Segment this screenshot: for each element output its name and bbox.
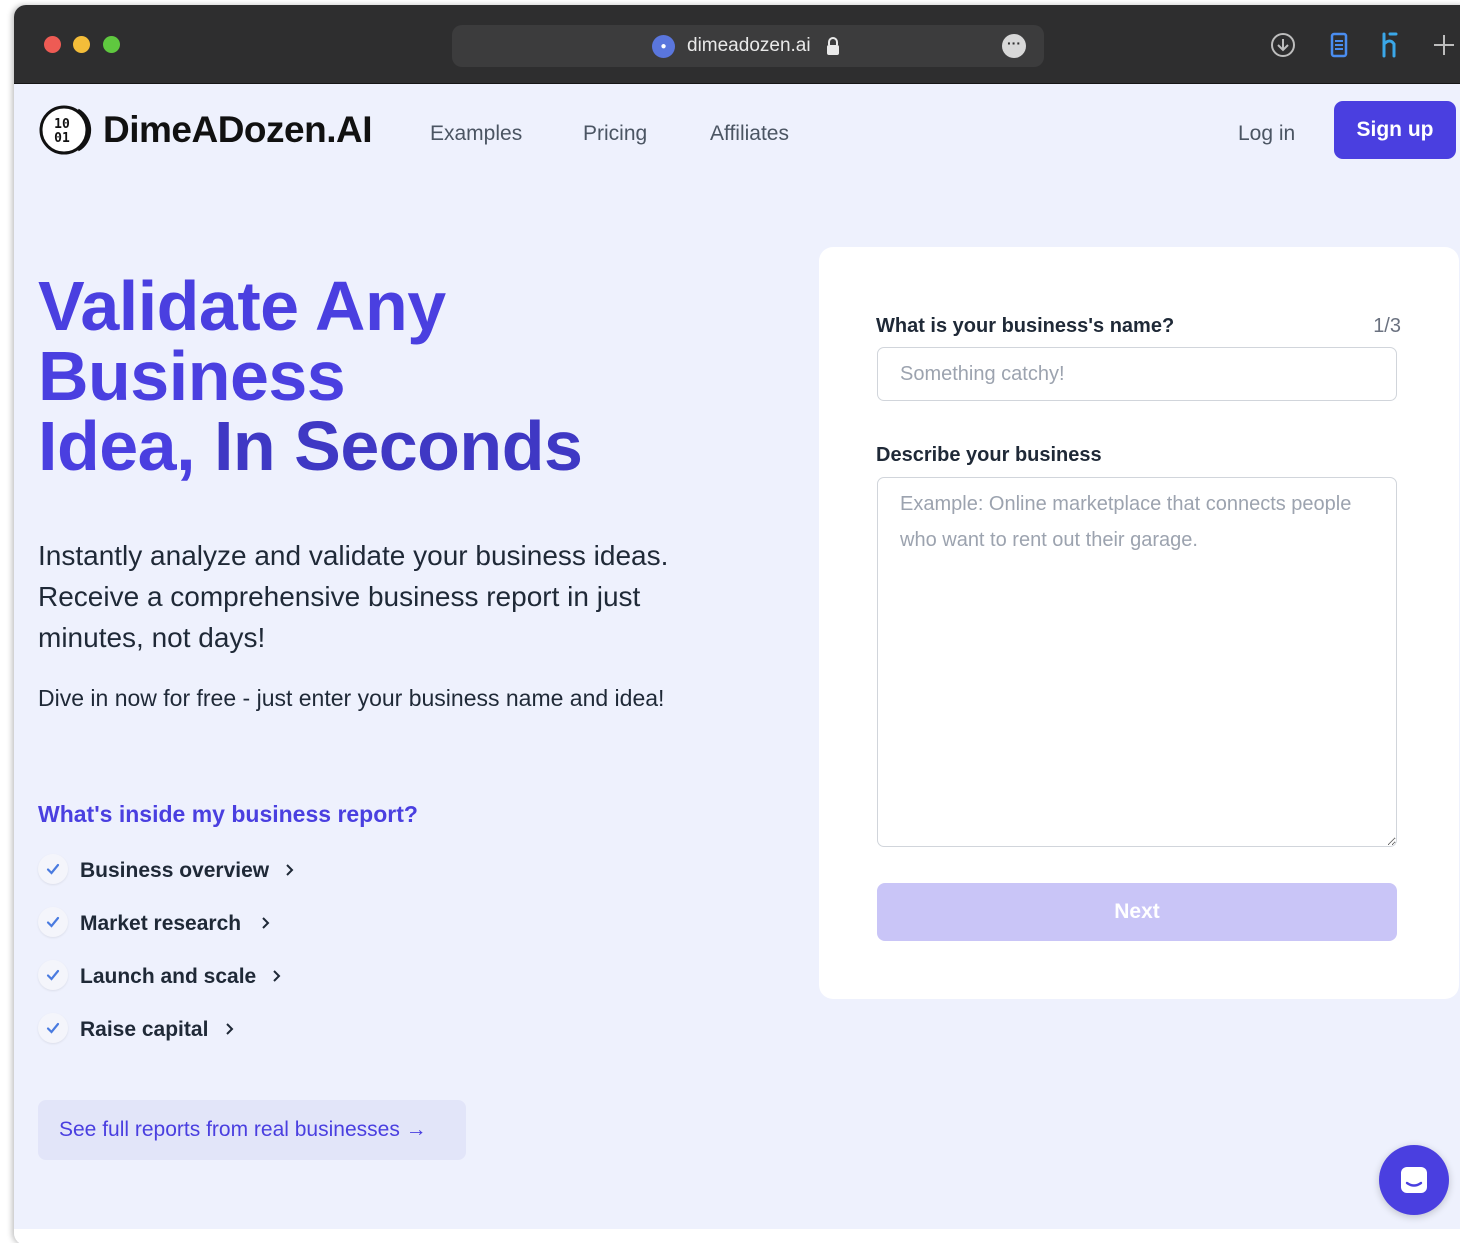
minimize-window-button[interactable] (73, 36, 90, 53)
chevron-right-icon (286, 864, 294, 876)
business-description-input[interactable] (877, 477, 1397, 847)
page-bottom-edge (14, 1229, 1460, 1243)
feature-label: Business overview (80, 859, 270, 882)
hero-title: Validate Any Business Idea, In Seconds (38, 271, 738, 481)
download-icon[interactable] (1268, 30, 1298, 60)
reader-icon[interactable] (1324, 30, 1354, 60)
logo-glyph-bottom: 01 (54, 131, 70, 146)
logo-glyph-top: 10 (54, 117, 70, 132)
hero-title-accent: In Seconds (213, 407, 583, 485)
check-icon (38, 907, 68, 937)
chat-icon (1401, 1167, 1427, 1193)
nav-link-pricing[interactable]: Pricing (583, 122, 647, 146)
business-form-card: What is your business's name? 1/3 Descri… (819, 247, 1459, 999)
nav-link-examples[interactable]: Examples (430, 122, 522, 146)
chat-launcher-button[interactable] (1379, 1145, 1449, 1215)
feature-label: Market research (80, 912, 242, 935)
extension-icon[interactable] (1376, 30, 1406, 60)
hero-cta-text: Dive in now for free - just enter your b… (38, 685, 665, 711)
lock-icon (827, 37, 839, 55)
chevron-right-icon (273, 970, 281, 982)
site-navbar: 10 01 DimeADozen.AI Examples Pricing Aff… (14, 84, 1460, 184)
signup-button[interactable]: Sign up (1334, 101, 1456, 159)
report-contents-heading: What's inside my business report? (38, 801, 418, 827)
business-name-label: What is your business's name? (876, 315, 1175, 337)
hero-title-line-3: Idea, In Seconds (38, 411, 738, 481)
check-icon (38, 854, 68, 884)
url-text: dimeadozen.ai (687, 35, 811, 56)
browser-window: ● dimeadozen.ai ··· 10 01 DimeADozen.AI … (14, 5, 1460, 1243)
check-icon (38, 1013, 68, 1043)
business-name-input[interactable] (877, 347, 1397, 401)
hero-title-line-1: Validate Any (38, 267, 446, 345)
hero-subtitle: Instantly analyze and validate your busi… (38, 540, 669, 653)
new-tab-icon[interactable] (1429, 30, 1459, 60)
close-window-button[interactable] (44, 36, 61, 53)
hero-title-idea: Idea, (38, 407, 214, 485)
maximize-window-button[interactable] (103, 36, 120, 53)
site-favicon-icon: ● (652, 35, 675, 58)
chevron-right-icon (262, 917, 270, 929)
login-link[interactable]: Log in (1238, 122, 1295, 146)
business-description-label: Describe your business (876, 444, 1102, 466)
feature-label: Raise capital (80, 1018, 209, 1041)
brand-name[interactable]: DimeADozen.AI (103, 109, 372, 151)
address-bar[interactable]: ● dimeadozen.ai ··· (452, 25, 1044, 67)
nav-link-affiliates[interactable]: Affiliates (710, 122, 789, 146)
chevron-right-icon (226, 1023, 234, 1035)
more-options-icon[interactable]: ··· (1002, 34, 1026, 58)
coin-logo-icon[interactable]: 10 01 (38, 104, 92, 156)
hero-title-line-2: Business (38, 337, 346, 415)
check-icon (38, 960, 68, 990)
next-button[interactable]: Next (877, 883, 1397, 941)
browser-toolbar: ● dimeadozen.ai ··· (14, 5, 1460, 84)
see-full-reports-button[interactable]: See full reports from real businesses → (38, 1100, 466, 1160)
step-indicator: 1/3 (1373, 315, 1401, 337)
feature-label: Launch and scale (80, 965, 257, 988)
